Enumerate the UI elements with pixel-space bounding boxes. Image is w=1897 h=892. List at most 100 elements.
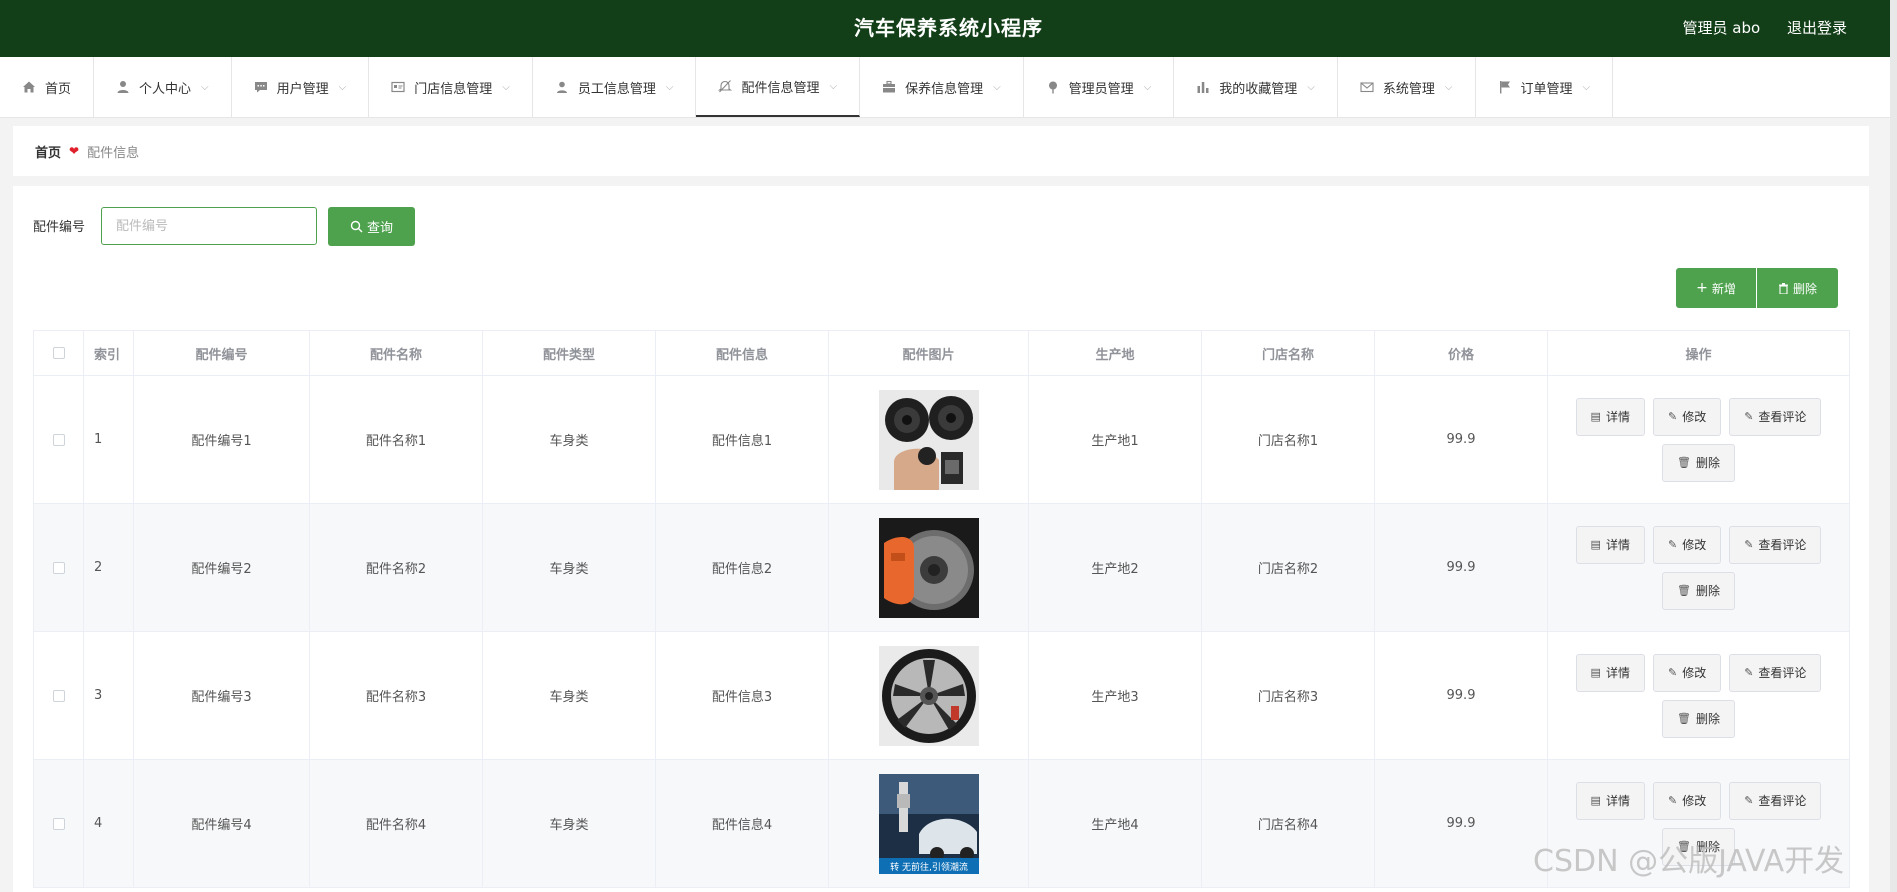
nav-item-user-management[interactable]: 用户管理 ⌵ xyxy=(232,57,370,117)
edit-button-label: 修改 xyxy=(1682,538,1707,552)
nav-item-maintenance-management[interactable]: 保养信息管理 ⌵ xyxy=(860,57,1024,117)
header-user-area: 管理员 abo 退出登录 xyxy=(1661,0,1847,57)
detail-button[interactable]: ▤ 详情 xyxy=(1575,781,1645,820)
view-comments-button-label: 查看评论 xyxy=(1758,410,1807,424)
pencil-icon: ✎ xyxy=(1744,410,1754,423)
row-checkbox[interactable] xyxy=(52,817,65,830)
add-button[interactable]: + 新增 xyxy=(1676,268,1756,308)
production-place: 生产地1 xyxy=(1029,376,1202,503)
logout-link[interactable]: 退出登录 xyxy=(1787,19,1847,37)
chevron-down-icon: ⌵ xyxy=(1444,81,1453,93)
edit-button[interactable]: ✎ 修改 xyxy=(1652,781,1722,820)
document-icon: ▤ xyxy=(1590,538,1601,551)
chevron-down-icon: ⌵ xyxy=(829,80,838,92)
part-code: 配件编号2 xyxy=(134,504,310,631)
row-index: 3 xyxy=(84,632,134,759)
nav-item-personal-center[interactable]: 个人中心 ⌵ xyxy=(94,57,232,117)
add-button-label: 新增 xyxy=(1711,281,1736,296)
row-select-cell xyxy=(34,632,84,759)
part-type: 车身类 xyxy=(483,632,656,759)
delete-button[interactable]: 🗑 删除 xyxy=(1662,827,1735,866)
detail-button-label: 详情 xyxy=(1605,410,1630,424)
document-icon: ▤ xyxy=(1590,410,1601,423)
breadcrumb-home[interactable]: 首页 xyxy=(35,142,61,161)
row-actions: ▤ 详情 ✎ 修改 ✎ 查看评论 🗑 删除 xyxy=(1548,504,1849,631)
breadcrumb-current: 配件信息 xyxy=(87,145,140,161)
app-title: 汽车保养系统小程序 xyxy=(854,16,1043,40)
nav-item-order-management[interactable]: 订单管理 ⌵ xyxy=(1476,57,1614,117)
mail-icon xyxy=(1360,80,1374,94)
nav-item-label: 管理员管理 xyxy=(1068,81,1134,97)
row-index: 4 xyxy=(84,760,134,887)
chevron-down-icon: ⌵ xyxy=(1307,81,1315,93)
batch-delete-button[interactable]: 删除 xyxy=(1757,268,1838,308)
nav-item-label: 我的收藏管理 xyxy=(1219,81,1298,97)
nav-item-label: 订单管理 xyxy=(1520,81,1573,97)
pencil-icon: ✎ xyxy=(1667,666,1678,679)
image-caption: 转 无前往,引领潮流 xyxy=(890,861,968,873)
nav-item-staff-management[interactable]: 员工信息管理 ⌵ xyxy=(533,57,697,117)
part-info: 配件信息2 xyxy=(656,504,829,631)
breadcrumb: 首页 ❤ 配件信息 xyxy=(13,126,1869,176)
page-scrollbar[interactable] xyxy=(1890,0,1897,892)
flag-icon xyxy=(1498,80,1512,94)
detail-button-label: 详情 xyxy=(1605,666,1630,680)
edit-button-label: 修改 xyxy=(1682,794,1707,808)
chevron-down-icon: ⌵ xyxy=(338,81,347,93)
column-header: 配件图片 xyxy=(829,331,1029,375)
table-header: 索引 配件编号 配件名称 配件类型 配件信息 配件图片 生产地 门店名称 价格 … xyxy=(34,331,1849,375)
view-comments-button-label: 查看评论 xyxy=(1758,666,1807,680)
select-all-checkbox[interactable] xyxy=(52,347,65,359)
part-code: 配件编号4 xyxy=(134,760,310,887)
part-image-speakers xyxy=(878,389,979,490)
plus-icon: + xyxy=(1696,280,1708,296)
edit-button[interactable]: ✎ 修改 xyxy=(1652,397,1722,436)
edit-button[interactable]: ✎ 修改 xyxy=(1652,525,1722,564)
part-code: 配件编号3 xyxy=(134,632,310,759)
delete-button[interactable]: 🗑 删除 xyxy=(1662,571,1735,610)
edit-button[interactable]: ✎ 修改 xyxy=(1652,653,1722,692)
search-input[interactable] xyxy=(101,207,317,245)
user-icon xyxy=(555,80,569,94)
chat-icon xyxy=(254,80,268,94)
column-header: 配件信息 xyxy=(656,331,829,375)
nav-item-label: 配件信息管理 xyxy=(741,80,820,96)
chevron-down-icon: ⌵ xyxy=(1143,81,1152,93)
view-comments-button[interactable]: ✎ 查看评论 xyxy=(1729,781,1822,820)
view-comments-button[interactable]: ✎ 查看评论 xyxy=(1729,397,1822,436)
row-actions: ▤ 详情 ✎ 修改 ✎ 查看评论 🗑 删除 xyxy=(1548,760,1849,887)
view-comments-button[interactable]: ✎ 查看评论 xyxy=(1729,525,1822,564)
document-icon: ▤ xyxy=(1590,666,1601,679)
delete-button[interactable]: 🗑 删除 xyxy=(1662,443,1735,482)
production-place: 生产地2 xyxy=(1029,504,1202,631)
nav-item-admin-management[interactable]: 管理员管理 ⌵ xyxy=(1024,57,1175,117)
nav-item-label: 门店信息管理 xyxy=(414,81,493,97)
nav-item-home[interactable]: 首页 xyxy=(0,57,95,117)
nav-item-label: 系统管理 xyxy=(1382,81,1435,97)
row-select-cell xyxy=(34,376,84,503)
row-index: 1 xyxy=(84,376,134,503)
view-comments-button[interactable]: ✎ 查看评论 xyxy=(1729,653,1822,692)
table-row: 1 配件编号1 配件名称1 车身类 配件信息1 生产地1 门店名称1 99.9 xyxy=(34,375,1849,503)
trash-icon xyxy=(1778,282,1788,294)
nav-item-favorites-management[interactable]: 我的收藏管理 ⌵ xyxy=(1174,57,1338,117)
delete-button-label: 删除 xyxy=(1695,840,1720,854)
store-name: 门店名称3 xyxy=(1202,632,1375,759)
nav-item-system-management[interactable]: 系统管理 ⌵ xyxy=(1338,57,1476,117)
detail-button[interactable]: ▤ 详情 xyxy=(1575,525,1645,564)
document-icon: ▤ xyxy=(1590,794,1601,807)
detail-button[interactable]: ▤ 详情 xyxy=(1575,653,1645,692)
detail-button[interactable]: ▤ 详情 xyxy=(1575,397,1645,436)
delete-button-label: 删除 xyxy=(1695,584,1720,598)
row-checkbox[interactable] xyxy=(52,561,65,574)
row-checkbox[interactable] xyxy=(52,433,65,446)
nav-item-store-management[interactable]: 门店信息管理 ⌵ xyxy=(369,57,533,117)
nav-item-parts-management[interactable]: 配件信息管理 ⌵ xyxy=(696,57,861,117)
part-name: 配件名称1 xyxy=(310,376,483,503)
store-name: 门店名称1 xyxy=(1202,376,1375,503)
admin-user-label: 管理员 abo xyxy=(1682,19,1761,37)
part-info: 配件信息4 xyxy=(656,760,829,887)
query-button[interactable]: 查询 xyxy=(328,207,415,246)
delete-button[interactable]: 🗑 删除 xyxy=(1662,699,1735,738)
row-checkbox[interactable] xyxy=(52,689,65,702)
